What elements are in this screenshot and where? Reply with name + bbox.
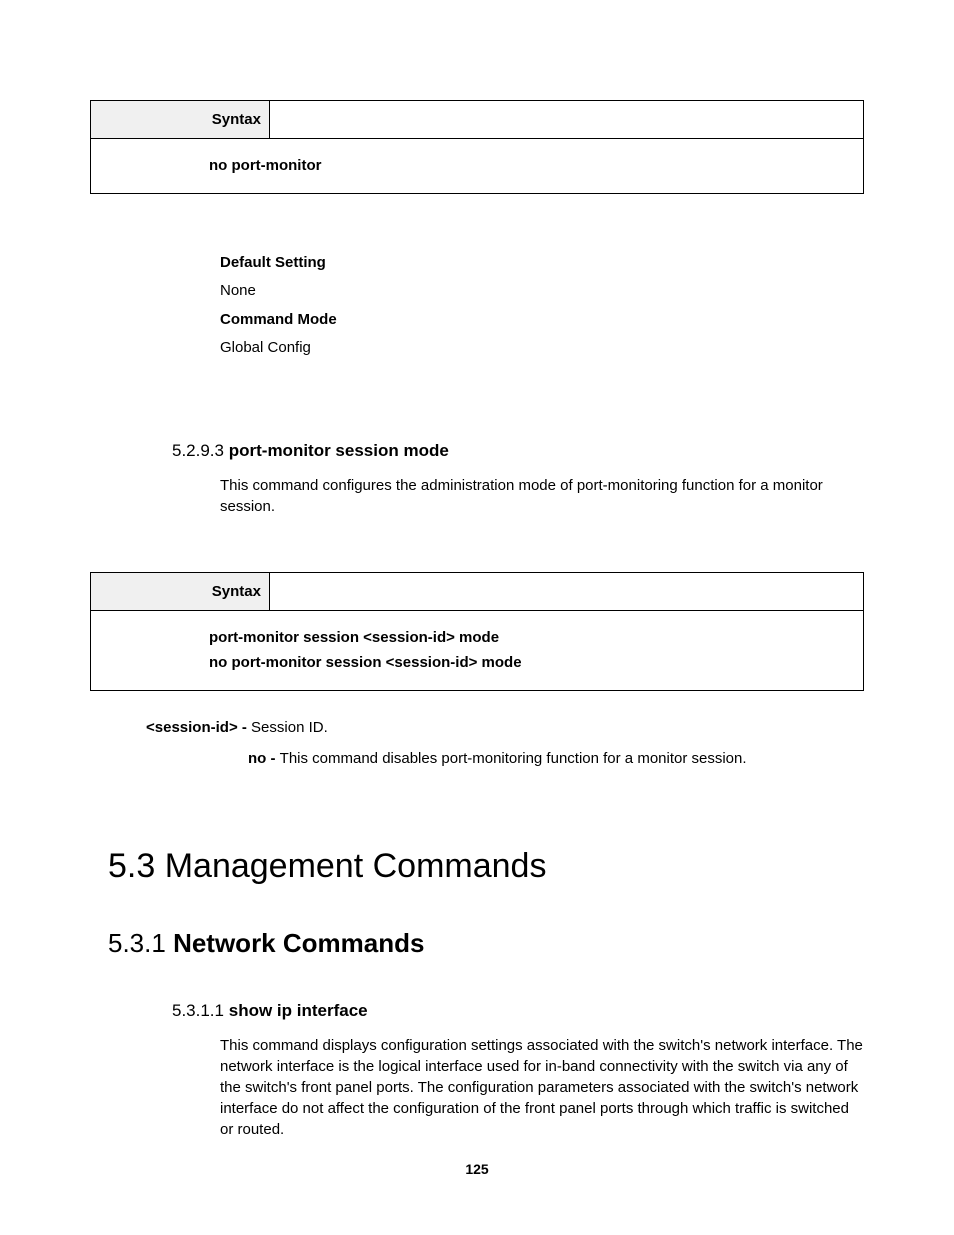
default-setting-label: Default Setting bbox=[220, 249, 864, 278]
syntax-header-row: Syntax bbox=[91, 101, 863, 139]
heading-53: 5.3 Management Commands bbox=[108, 847, 864, 886]
syntax-label-2: Syntax bbox=[91, 573, 270, 611]
page-number: 125 bbox=[0, 1161, 954, 1177]
page-container: Syntax no port-monitor Default Setting N… bbox=[0, 0, 954, 1235]
syntax-box-1: Syntax no port-monitor bbox=[90, 100, 864, 194]
heading-531-title: Network Commands bbox=[173, 928, 424, 958]
syntax-command-2b: no port-monitor session <session-id> mod… bbox=[209, 650, 843, 676]
description-5311: This command displays configuration sett… bbox=[220, 1035, 864, 1140]
default-setting-value: None bbox=[220, 277, 864, 306]
command-mode-value: Global Config bbox=[220, 334, 864, 363]
syntax-command-1: no port-monitor bbox=[91, 139, 863, 193]
syntax-command-2a: port-monitor session <session-id> mode bbox=[209, 625, 843, 651]
syntax-box-2: Syntax port-monitor session <session-id>… bbox=[90, 572, 864, 691]
param-session-id-label: <session-id> - bbox=[146, 719, 251, 736]
heading-title: port-monitor session mode bbox=[229, 441, 449, 460]
description-5293: This command configures the administrati… bbox=[220, 475, 864, 517]
heading-number: 5.2.9.3 bbox=[172, 441, 224, 460]
syntax-header-row-2: Syntax bbox=[91, 573, 863, 611]
detail-block-1: Default Setting None Command Mode Global… bbox=[220, 249, 864, 363]
syntax-empty-cell-2 bbox=[270, 573, 863, 611]
syntax-body-2: port-monitor session <session-id> mode n… bbox=[91, 611, 863, 690]
command-mode-label: Command Mode bbox=[220, 306, 864, 335]
param-no-desc: This command disables port-monitoring fu… bbox=[280, 750, 747, 767]
heading-531: 5.3.1 Network Commands bbox=[108, 928, 864, 959]
syntax-label: Syntax bbox=[91, 101, 270, 139]
param-session-id-desc: Session ID. bbox=[251, 719, 328, 736]
heading-5311-title: show ip interface bbox=[229, 1001, 368, 1020]
syntax-empty-cell bbox=[270, 101, 863, 139]
heading-5293: 5.2.9.3 port-monitor session mode bbox=[172, 441, 864, 461]
heading-5311-number: 5.3.1.1 bbox=[172, 1001, 224, 1020]
heading-531-number: 5.3.1 bbox=[108, 928, 166, 958]
param-session-id: <session-id> - Session ID. bbox=[146, 719, 864, 736]
param-no-label: no - bbox=[248, 750, 280, 767]
heading-5311: 5.3.1.1 show ip interface bbox=[172, 1001, 864, 1021]
param-no: no - This command disables port-monitori… bbox=[248, 750, 864, 767]
